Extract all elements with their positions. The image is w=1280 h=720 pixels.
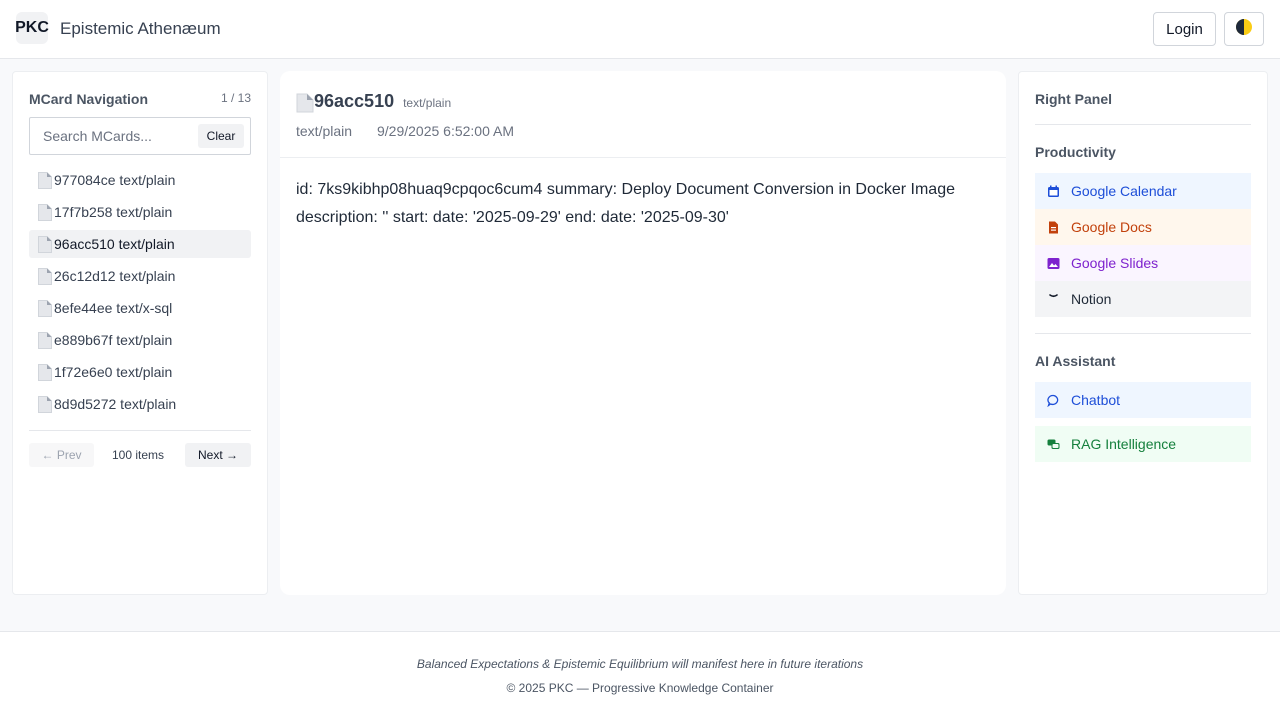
notion-link[interactable]: Notion bbox=[1035, 281, 1251, 317]
navigation-title: MCard Navigation bbox=[29, 91, 149, 107]
prev-button[interactable]: ← Prev bbox=[29, 443, 94, 467]
items-count: 100 items bbox=[112, 448, 165, 462]
chatbot-link[interactable]: Chatbot bbox=[1035, 382, 1251, 418]
clear-button[interactable]: Clear bbox=[198, 124, 244, 148]
document-icon bbox=[296, 93, 314, 113]
card-header: 96acc510 text/plain bbox=[296, 91, 452, 113]
app-header: PKC Epistemic Athenæum Login bbox=[0, 0, 1280, 59]
mcard-list-item-label: 17f7b258 text/plain bbox=[54, 204, 173, 220]
mcard-list-item-label: 96acc510 text/plain bbox=[54, 236, 175, 252]
document-icon bbox=[38, 235, 52, 253]
search-input[interactable] bbox=[31, 119, 191, 153]
theme-toggle-button[interactable] bbox=[1224, 12, 1264, 46]
mcard-list: 977084ce text/plain 17f7b258 text/plain 96… bbox=[29, 166, 251, 422]
document-icon bbox=[38, 331, 52, 349]
document-icon bbox=[38, 203, 52, 221]
mcard-list-item[interactable]: 26c12d12 text/plain bbox=[29, 262, 251, 290]
mcard-list-item[interactable]: e889b67f text/plain bbox=[29, 326, 251, 354]
document-icon bbox=[38, 299, 52, 317]
footer-copyright: © 2025 PKC — Progressive Knowledge Conta… bbox=[506, 681, 774, 695]
chat-bubble-icon bbox=[1047, 394, 1060, 407]
document-icon bbox=[1047, 221, 1060, 234]
link-label: Google Docs bbox=[1071, 219, 1152, 235]
mcard-navigation-panel: MCard Navigation 1 / 13 Clear 977084ce t… bbox=[12, 71, 268, 595]
right-panel-title: Right Panel bbox=[1035, 91, 1113, 107]
document-icon bbox=[38, 171, 52, 189]
mcard-list-item[interactable]: 17f7b258 text/plain bbox=[29, 198, 251, 226]
mcard-list-item[interactable]: 8efe44ee text/x-sql bbox=[29, 294, 251, 322]
mcard-list-item-label: 8efe44ee text/x-sql bbox=[54, 300, 173, 316]
notion-icon bbox=[1047, 293, 1060, 306]
ai-assistant-title: AI Assistant bbox=[1035, 353, 1116, 369]
mcard-list-item-label: e889b67f text/plain bbox=[54, 332, 173, 348]
mcard-list-item[interactable]: 8d9d5272 text/plain bbox=[29, 390, 251, 418]
half-moon-icon bbox=[1235, 18, 1253, 41]
rag-intelligence-link[interactable]: RAG Intelligence bbox=[1035, 426, 1251, 462]
mcard-list-item[interactable]: 1f72e6e0 text/plain bbox=[29, 358, 251, 386]
link-label: Notion bbox=[1071, 291, 1112, 307]
search-box: Clear bbox=[29, 117, 251, 155]
link-label: Google Slides bbox=[1071, 255, 1159, 271]
card-title: 96acc510 bbox=[314, 91, 395, 111]
app-title: Epistemic Athenæum bbox=[60, 19, 221, 38]
link-label: Chatbot bbox=[1071, 392, 1121, 408]
mcard-list-item[interactable]: 977084ce text/plain bbox=[29, 166, 251, 194]
app-logo[interactable]: PKC bbox=[15, 12, 49, 44]
divider bbox=[29, 430, 251, 431]
footer-note: Balanced Expectations & Epistemic Equili… bbox=[416, 657, 864, 671]
mcard-list-item-label: 8d9d5272 text/plain bbox=[54, 396, 177, 412]
divider bbox=[280, 157, 1006, 158]
right-panel: Right Panel Productivity Google Calendar… bbox=[1018, 71, 1268, 595]
divider bbox=[1035, 333, 1251, 334]
image-icon bbox=[1047, 257, 1060, 270]
calendar-icon bbox=[1047, 185, 1060, 198]
document-icon bbox=[38, 395, 52, 413]
card-type: text/plain bbox=[296, 123, 353, 139]
card-date: 9/29/2025 6:52:00 AM bbox=[377, 123, 514, 139]
chat-bubbles-icon bbox=[1047, 438, 1060, 451]
page-indicator: 1 / 13 bbox=[220, 91, 251, 105]
google-calendar-link[interactable]: Google Calendar bbox=[1035, 173, 1251, 209]
next-button[interactable]: Next → bbox=[185, 443, 251, 467]
mcard-list-item-label: 1f72e6e0 text/plain bbox=[54, 364, 173, 380]
link-label: Google Calendar bbox=[1071, 183, 1177, 199]
app-footer: Balanced Expectations & Epistemic Equili… bbox=[0, 631, 1280, 720]
document-icon bbox=[38, 267, 52, 285]
divider bbox=[1035, 124, 1251, 125]
google-docs-link[interactable]: Google Docs bbox=[1035, 209, 1251, 245]
mcard-list-item[interactable]: 96acc510 text/plain bbox=[29, 230, 251, 258]
mcard-list-item-label: 977084ce text/plain bbox=[54, 172, 176, 188]
mcard-list-item-label: 26c12d12 text/plain bbox=[54, 268, 176, 284]
link-label: RAG Intelligence bbox=[1071, 436, 1177, 452]
login-button[interactable]: Login bbox=[1153, 12, 1216, 46]
google-slides-link[interactable]: Google Slides bbox=[1035, 245, 1251, 281]
productivity-title: Productivity bbox=[1035, 144, 1116, 160]
document-icon bbox=[38, 363, 52, 381]
card-type-badge: text/plain bbox=[403, 96, 452, 110]
card-content: id: 7ks9kibhp08huaq9cpqoc6cum4 summary: … bbox=[296, 181, 955, 226]
mcard-detail-panel: 96acc510 text/plain text/plain 9/29/2025… bbox=[280, 71, 1006, 595]
